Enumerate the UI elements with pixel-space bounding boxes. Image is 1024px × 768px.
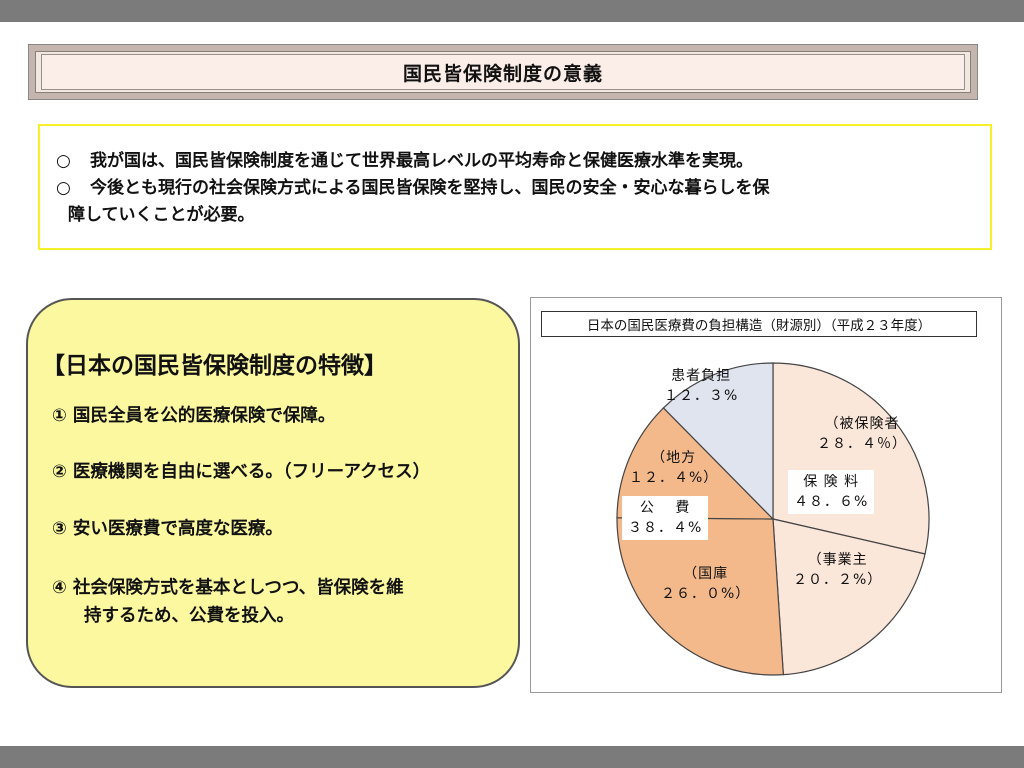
- label-employer-value: ２０．２%）: [793, 572, 883, 588]
- summary-text-1: 我が国は、国民皆保険制度を通じて世界最高レベルの平均寿命と保健医療水準を実現。: [90, 151, 753, 171]
- label-patient: 患者負担 １２．３%: [664, 366, 738, 406]
- feature-item-3: ③ 安い医療費で高度な医療。: [52, 519, 283, 539]
- feature-item-1: ① 国民全員を公的医療保険で保障。: [52, 406, 336, 426]
- chart-frame: 日本の国民医療費の負担構造（財源別）（平成２３年度） 患者負担 １２．３% （被…: [530, 297, 1002, 693]
- label-insured-value: ２８．４％）: [817, 436, 907, 452]
- circle-bullet: ○: [56, 178, 71, 198]
- label-public-name: 公 費: [639, 500, 691, 516]
- label-local-value: １２．４%）: [629, 470, 719, 486]
- label-local-name: （地方: [651, 450, 697, 466]
- label-patient-name: 患者負担: [671, 368, 732, 384]
- label-national-value: ２６．０%）: [661, 586, 751, 602]
- summary-line-2: ○ 今後とも現行の社会保険方式による国民皆保険を堅持し、国民の安全・安心な暮らしを…: [56, 175, 972, 202]
- summary-line-3: 障していくことが必要。: [68, 205, 255, 225]
- feature-item-4-cont: 持するため、公費を投入。: [84, 606, 294, 626]
- bottom-bar: [0, 746, 1024, 768]
- label-public: 公 費 ３８．４%: [622, 496, 709, 540]
- label-premium-value: ４８．６%: [794, 494, 869, 510]
- label-local: （地方 １２．４%）: [629, 448, 718, 488]
- circle-bullet: ○: [56, 151, 71, 171]
- label-insured: （被保険者 ２８．４％）: [817, 414, 907, 454]
- title-frame: 国民皆保険制度の意義: [28, 44, 978, 100]
- summary-line-1: ○ 我が国は、国民皆保険制度を通じて世界最高レベルの平均寿命と保健医療水準を実現。: [56, 148, 972, 175]
- feature-item-4: ④ 社会保険方式を基本としつつ、皆保険を維: [52, 578, 404, 598]
- top-bar: [0, 0, 1024, 22]
- pie-chart: [616, 362, 930, 676]
- label-national-name: （国庫: [683, 566, 729, 582]
- features-panel: 【日本の国民皆保険制度の特徴】 ① 国民全員を公的医療保険で保障。 ② 医療機関…: [26, 298, 520, 688]
- features-heading: 【日本の国民皆保険制度の特徴】: [42, 353, 387, 379]
- label-patient-value: １２．３%: [664, 388, 739, 404]
- feature-item-2: ② 医療機関を自由に選べる。（フリーアクセス）: [52, 462, 431, 482]
- page-title: 国民皆保険制度の意義: [41, 54, 965, 90]
- label-premium: 保 険 料 ４８．６%: [788, 470, 875, 514]
- label-employer-name: （事業主: [807, 552, 868, 568]
- label-insured-name: （被保険者: [824, 416, 900, 432]
- label-national: （国庫 ２６．０%）: [661, 564, 750, 604]
- summary-box: ○ 我が国は、国民皆保険制度を通じて世界最高レベルの平均寿命と保健医療水準を実現。…: [38, 124, 992, 250]
- label-employer: （事業主 ２０．２%）: [793, 550, 882, 590]
- label-public-value: ３８．４%: [628, 520, 703, 536]
- label-premium-name: 保 険 料: [803, 474, 860, 490]
- summary-text-2: 今後とも現行の社会保険方式による国民皆保険を堅持し、国民の安全・安心な暮らしを保: [90, 178, 770, 198]
